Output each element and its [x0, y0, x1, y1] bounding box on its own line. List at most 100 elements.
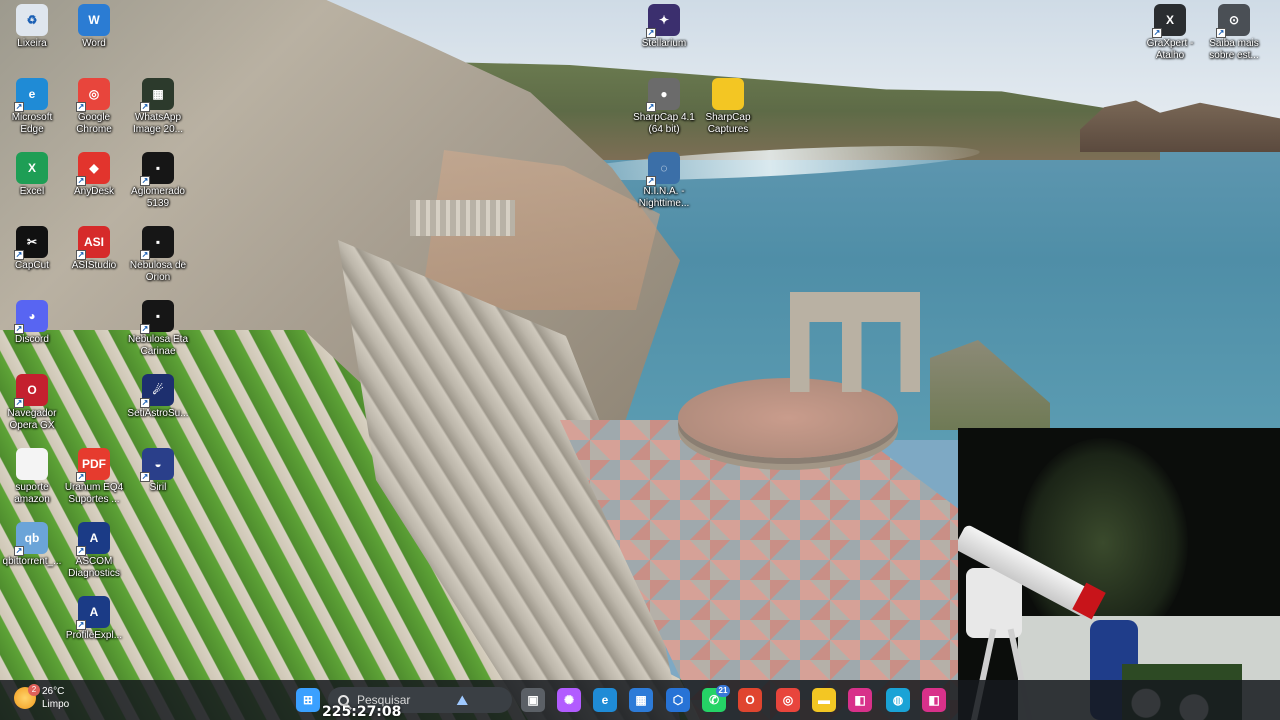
word-desktop-item[interactable]: W Word [62, 4, 126, 50]
nina-icon: ◌ ↗ [646, 152, 680, 186]
whatsapp-taskbar-button[interactable]: ✆ 21 [702, 685, 730, 712]
sharpcap-desktop-item[interactable]: ● ↗ SharpCap 4.1 (64 bit) [632, 78, 696, 136]
desktop-item-label: Google Chrome [76, 112, 112, 135]
asistudio-desktop-item[interactable]: ASI ↗ ASIStudio [62, 226, 126, 272]
excel-icon: X [16, 152, 48, 184]
shortcut-arrow-icon: ↗ [76, 620, 86, 630]
weather-temperature: 26°C [42, 686, 65, 697]
opera-gx-desktop-item[interactable]: O ↗ Navegador Opera GX [0, 374, 64, 432]
stellarium-desktop-item[interactable]: ✦ ↗ Stellarium [632, 4, 696, 50]
desktop-item-label: suporte amazon [14, 482, 50, 505]
shortcut-arrow-icon: ↗ [76, 546, 86, 556]
chrome-taskbar-button[interactable]: ◎ [776, 688, 800, 712]
sharpcap-captures-folder-icon [712, 78, 744, 110]
profileexplorer-desktop-item[interactable]: A ↗ ProfileExpl... [62, 596, 126, 642]
chrome-desktop-item[interactable]: ◎ ↗ Google Chrome [62, 78, 126, 136]
opera-gx-icon: O ↗ [14, 374, 48, 408]
opera-taskbar-button[interactable]: O [738, 688, 762, 712]
wallpaper-balcony [410, 200, 515, 236]
nebulosa-eta-carinae-desktop-item[interactable]: ▪ ↗ Nebulosa Eta Carinae [126, 300, 190, 358]
graxpert-icon: X ↗ [1152, 4, 1186, 38]
shortcut-arrow-icon: ↗ [1152, 28, 1162, 38]
ascom-diagnostics-icon: A ↗ [76, 522, 110, 556]
excel-desktop-item[interactable]: X Excel [0, 152, 64, 198]
shortcut-arrow-icon: ↗ [1216, 28, 1226, 38]
desktop-item-label: GraXpert - Atalho [1146, 38, 1194, 61]
desktop-item-label: Discord [15, 334, 49, 345]
word-icon: W [78, 4, 110, 36]
siril-desktop-item[interactable]: ◒ ↗ Siril [126, 448, 190, 494]
discord-desktop-item[interactable]: ◕ ↗ Discord [0, 300, 64, 346]
overlay-timer: 225:27:08 [322, 704, 402, 720]
shortcut-arrow-icon: ↗ [14, 102, 24, 112]
desktop-item-label: qbittorrent_... [2, 556, 62, 567]
desktop-item-label: SetiAstroSu... [127, 408, 189, 419]
shortcut-arrow-icon: ↗ [14, 398, 24, 408]
aglomerado-desktop-item[interactable]: ▪ ↗ Aglomerado 5139 [126, 152, 190, 210]
app-pink-taskbar-button[interactable]: ◧ [848, 688, 872, 712]
desktop-item-label: Navegador Opera GX [7, 408, 57, 431]
desktop-item-label: Siril [149, 482, 167, 493]
qbittorrent-desktop-item[interactable]: qb ↗ qbittorrent_... [0, 522, 64, 568]
taskbar: 2 26°C Limpo ⊞ ▣ ✺ e ▦ ⬡ ✆ 21 O ◎ ▬ ◧ ◍ ◧ Pesquisar ⛰ [0, 680, 1280, 720]
desktop-item-label: SharpCap 4.1 (64 bit) [633, 112, 695, 135]
desktop-item-label: Uranum EQ4 Suportes ... [64, 482, 124, 505]
desktop-item-label: ProfileExpl... [65, 630, 123, 641]
explorer-taskbar-button[interactable]: ▬ [812, 688, 836, 712]
weather-badge: 2 [28, 684, 40, 696]
start-button[interactable]: ⊞ [296, 688, 320, 712]
anydesk-desktop-item[interactable]: ◆ ↗ AnyDesk [62, 152, 126, 198]
desktop-item-label: Nebulosa de Orion [129, 260, 187, 283]
desktop-item-label: ASIStudio [71, 260, 117, 271]
whatsapp-image-desktop-item[interactable]: ▦ ↗ WhatsApp Image 20... [126, 78, 190, 136]
ascom-diagnostics-desktop-item[interactable]: A ↗ ASCOM Diagnostics [62, 522, 126, 580]
shortcut-arrow-icon: ↗ [140, 472, 150, 482]
desktop-item-label: Lixeira [17, 38, 47, 49]
copilot-button[interactable]: ✺ [557, 688, 581, 712]
setiastrosuite-icon: ☄ ↗ [140, 374, 174, 408]
shortcut-arrow-icon: ↗ [140, 250, 150, 260]
suporte-amazon-file-icon [16, 448, 48, 480]
weather-widget[interactable]: 2 26°C Limpo [14, 684, 69, 711]
qbittorrent-icon: qb ↗ [14, 522, 48, 556]
sharpcap-captures-folder-desktop-item[interactable]: SharpCap Captures [696, 78, 760, 136]
shortcut-arrow-icon: ↗ [14, 250, 24, 260]
wallpaper-arch-wall [790, 292, 920, 392]
shortcut-arrow-icon: ↗ [140, 176, 150, 186]
shortcut-arrow-icon: ↗ [646, 28, 656, 38]
asistudio-icon: ASI ↗ [76, 226, 110, 260]
shortcut-arrow-icon: ↗ [76, 102, 86, 112]
capcut-desktop-item[interactable]: ✂ ↗ CapCut [0, 226, 64, 272]
task-view-button[interactable]: ▣ [521, 688, 545, 712]
saiba-mais-icon: ⊙ ↗ [1216, 4, 1250, 38]
nina-desktop-item[interactable]: ◌ ↗ N.I.N.A. - Nighttime... [632, 152, 696, 210]
app-cube-taskbar-button[interactable]: ⬡ [666, 688, 690, 712]
setiastrosuite-desktop-item[interactable]: ☄ ↗ SetiAstroSu... [126, 374, 190, 420]
edge-taskbar-button[interactable]: e [593, 688, 617, 712]
desktop-item-label: N.I.N.A. - Nighttime... [638, 186, 690, 209]
nebulosa-orion-desktop-item[interactable]: ▪ ↗ Nebulosa de Orion [126, 226, 190, 284]
chrome-icon: ◎ ↗ [76, 78, 110, 112]
saiba-mais-desktop-item[interactable]: ⊙ ↗ Saiba mais sobre est... [1202, 4, 1266, 62]
desktop-item-label: Word [82, 38, 106, 49]
capcut-icon: ✂ ↗ [14, 226, 48, 260]
uranum-pdf-desktop-item[interactable]: PDF ↗ Uranum EQ4 Suportes ... [62, 448, 126, 506]
desktop-item-label: WhatsApp Image 20... [132, 112, 184, 135]
graxpert-desktop-item[interactable]: X ↗ GraXpert - Atalho [1138, 4, 1202, 62]
desktop-item-label: ASCOM Diagnostics [68, 556, 120, 579]
desktop-item-label: CapCut [15, 260, 49, 271]
app-pink2-taskbar-button[interactable]: ◧ [922, 688, 946, 712]
weather-sun-icon: 2 [14, 684, 40, 709]
shortcut-arrow-icon: ↗ [140, 102, 150, 112]
whatsapp-notification-badge: 21 [716, 685, 730, 697]
recycle-bin-desktop-item[interactable]: ♻ Lixeira [0, 4, 64, 50]
sharpcap-icon: ● ↗ [646, 78, 680, 112]
profileexplorer-icon: A ↗ [76, 596, 110, 630]
store-taskbar-button[interactable]: ▦ [629, 688, 653, 712]
siril-icon: ◒ ↗ [140, 448, 174, 482]
discord-icon: ◕ ↗ [14, 300, 48, 334]
app-cyan-taskbar-button[interactable]: ◍ [886, 688, 910, 712]
desktop-item-label: SharpCap Captures [705, 112, 751, 135]
edge-desktop-item[interactable]: e ↗ Microsoft Edge [0, 78, 64, 136]
suporte-amazon-file-desktop-item[interactable]: suporte amazon [0, 448, 64, 506]
